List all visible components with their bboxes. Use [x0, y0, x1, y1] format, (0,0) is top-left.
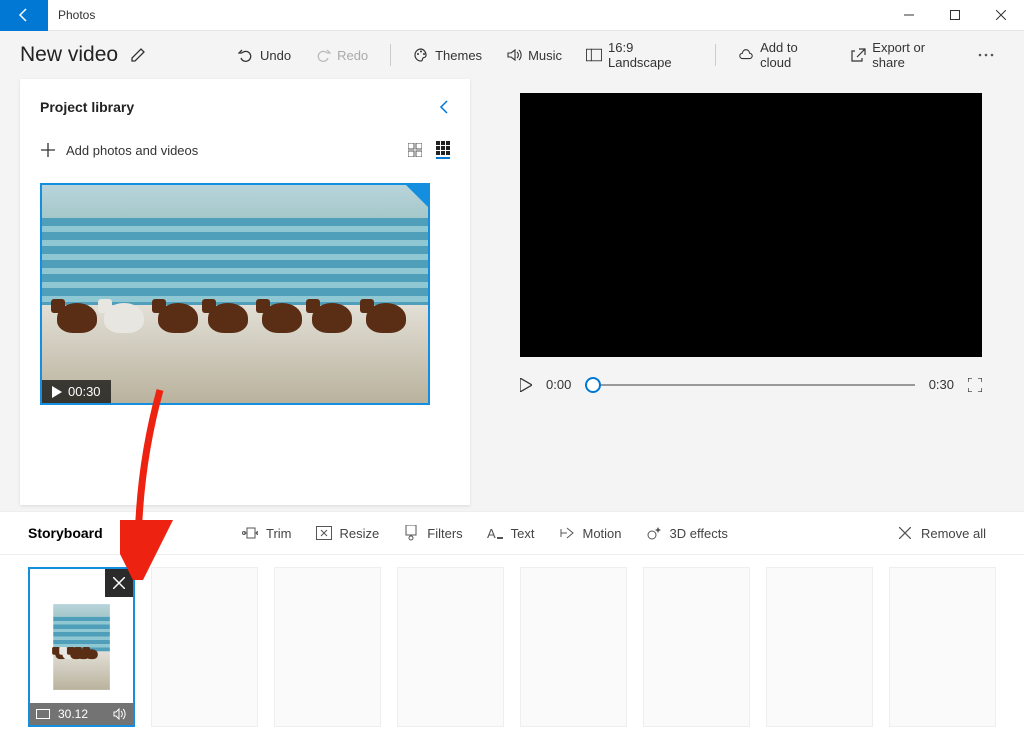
resize-button[interactable]: Resize [306, 521, 390, 545]
filters-button[interactable]: Filters [393, 521, 472, 545]
filters-icon [403, 525, 419, 541]
export-button[interactable]: Export or share [840, 34, 964, 76]
cloud-icon [738, 47, 754, 63]
grid-small-icon[interactable] [408, 143, 422, 157]
themes-button[interactable]: Themes [403, 41, 492, 69]
grid-large-icon[interactable] [436, 141, 450, 159]
empty-slot[interactable] [274, 567, 381, 727]
seek-thumb[interactable] [585, 377, 601, 393]
redo-icon [315, 47, 331, 63]
undo-icon [238, 47, 254, 63]
undo-label: Undo [260, 48, 291, 63]
collapse-library-button[interactable] [438, 99, 450, 115]
sparkle-icon [646, 525, 662, 541]
view-mode-toggle [408, 141, 450, 159]
3d-effects-button[interactable]: 3D effects [636, 521, 738, 545]
empty-slot[interactable] [643, 567, 750, 727]
main-area: Project library Add photos and videos [0, 79, 1024, 505]
trim-button[interactable]: Trim [232, 521, 302, 545]
window-controls [886, 0, 1024, 31]
time-position: 0:00 [546, 377, 571, 392]
cloud-label: Add to cloud [760, 40, 826, 70]
library-title: Project library [40, 99, 134, 115]
time-duration: 0:30 [929, 377, 954, 392]
remove-all-button[interactable]: Remove all [887, 521, 996, 545]
add-media-label: Add photos and videos [66, 143, 198, 158]
empty-slot[interactable] [766, 567, 873, 727]
item-duration: 00:30 [68, 384, 101, 399]
storyboard-title: Storyboard [28, 525, 228, 541]
redo-button[interactable]: Redo [305, 41, 378, 69]
toolbar: New video Undo Redo Themes Music 16:9 La… [0, 31, 1024, 79]
aspect-label: 16:9 Landscape [608, 40, 693, 70]
text-icon: A [487, 525, 503, 541]
duration-badge: 00:30 [42, 380, 111, 403]
project-library-panel: Project library Add photos and videos [20, 79, 470, 505]
empty-slot[interactable] [151, 567, 258, 727]
add-media-button[interactable]: Add photos and videos [40, 142, 198, 158]
close-icon [897, 525, 913, 541]
music-button[interactable]: Music [496, 41, 572, 69]
video-preview[interactable] [520, 93, 982, 357]
storyboard-strip: 30.12 [0, 555, 1024, 735]
empty-slot[interactable] [520, 567, 627, 727]
text-button[interactable]: A Text [477, 521, 545, 545]
seek-slider[interactable] [585, 384, 914, 386]
empty-slot[interactable] [397, 567, 504, 727]
app-title: Photos [48, 8, 886, 22]
storyboard-clip[interactable]: 30.12 [28, 567, 135, 727]
empty-slot[interactable] [889, 567, 996, 727]
clip-meta: 30.12 [30, 703, 133, 725]
aspect-icon [36, 709, 50, 719]
motion-button[interactable]: Motion [549, 521, 632, 545]
project-title-area: New video [20, 43, 220, 67]
maximize-button[interactable] [932, 0, 978, 31]
storyboard-toolbar: Storyboard Trim Resize Filters A Text Mo… [0, 511, 1024, 555]
audio-icon [113, 708, 127, 720]
export-label: Export or share [872, 40, 954, 70]
project-title: New video [20, 43, 118, 67]
clip-duration: 30.12 [58, 707, 88, 721]
cloud-button[interactable]: Add to cloud [728, 34, 836, 76]
fullscreen-button[interactable] [968, 378, 982, 392]
title-bar: Photos [0, 0, 1024, 31]
library-item[interactable]: 00:30 [40, 183, 430, 405]
remove-clip-button[interactable] [105, 569, 133, 597]
redo-label: Redo [337, 48, 368, 63]
play-button[interactable] [520, 378, 532, 392]
motion-icon [559, 525, 575, 541]
landscape-icon [586, 47, 602, 63]
aspect-button[interactable]: 16:9 Landscape [576, 34, 703, 76]
playback-controls: 0:00 0:30 [520, 377, 982, 392]
ellipsis-icon [978, 47, 994, 63]
edit-title-icon[interactable] [130, 47, 146, 63]
close-button[interactable] [978, 0, 1024, 31]
trim-icon [242, 525, 258, 541]
preview-panel: 0:00 0:30 [498, 79, 1004, 505]
svg-text:A: A [487, 526, 496, 540]
themes-label: Themes [435, 48, 482, 63]
more-button[interactable] [968, 41, 1004, 69]
back-button[interactable] [0, 0, 48, 31]
play-icon [52, 386, 62, 398]
selected-corner-icon [406, 185, 428, 207]
undo-button[interactable]: Undo [228, 41, 301, 69]
resize-icon [316, 525, 332, 541]
speaker-icon [506, 47, 522, 63]
minimize-button[interactable] [886, 0, 932, 31]
music-label: Music [528, 48, 562, 63]
share-icon [850, 47, 866, 63]
palette-icon [413, 47, 429, 63]
plus-icon [40, 142, 56, 158]
